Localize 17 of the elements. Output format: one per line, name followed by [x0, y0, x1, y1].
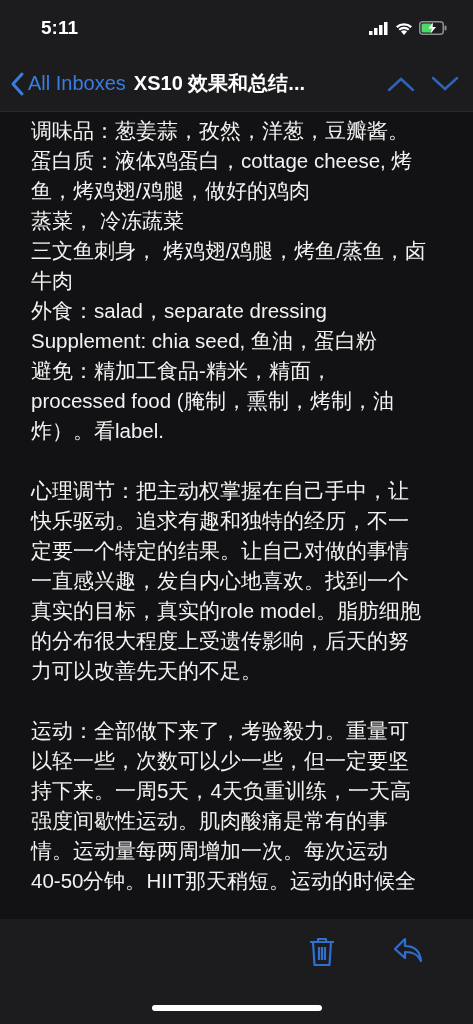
back-link[interactable]: All Inboxes	[10, 71, 126, 96]
previous-message-button[interactable]	[387, 75, 415, 92]
delete-button[interactable]	[309, 937, 335, 967]
status-time: 5:11	[41, 17, 79, 39]
signal-icon	[369, 21, 389, 35]
message-paragraph: 调味品：葱姜蒜，孜然，洋葱，豆瓣酱。 蛋白质：液体鸡蛋白，cottage cheese, 烤 鱼，烤鸡翅/鸡腿，做好的鸡肉 蒸菜， 冷冻蔬菜 三文鱼刺身， 烤鸡翅/鸡腿，烤鱼/蒸鱼，卤 牛肉 外食：salad，separate dressing Supplement: chia seed, 鱼油，蛋白粉 避免：精加工食品-精米，精面， processed food (腌制，熏制，烤制，油 炸）。看label.	[31, 118, 428, 444]
back-chevron-icon	[10, 71, 24, 96]
next-message-button[interactable]	[431, 75, 459, 92]
chevron-down-icon	[431, 75, 459, 92]
message-paragraph: 心理调节：把主动权掌握在自己手中，让 快乐驱动。追求有趣和独特的经历，不一 定要一个特定的结果。让自己对做的事情 一直感兴趣，发自内心地喜欢。找到一个 真实的目标，真实的role model。脂肪细胞 的分布很大程度上受遗传影响，后天的努 力可以改善先天的不足。	[31, 478, 422, 684]
message-subject: XS10 效果和总结...	[133, 71, 306, 96]
reply-icon	[393, 937, 423, 963]
chevron-up-icon	[387, 75, 415, 92]
battery-charging-icon	[419, 21, 447, 35]
message-paragraph: 运动：全部做下来了，考验毅力。重量可 以轻一些，次数可以少一些，但一定要坚 持下来。一周5天，4天负重训练，一天高 强度间歇性运动。肌肉酸痛是常有的事 情。运动量每两周增加一次。每次运动 40-50分钟。HIIT那天稍短。运动的时候全	[31, 718, 418, 894]
trash-icon	[309, 937, 335, 967]
wifi-icon	[395, 21, 413, 35]
